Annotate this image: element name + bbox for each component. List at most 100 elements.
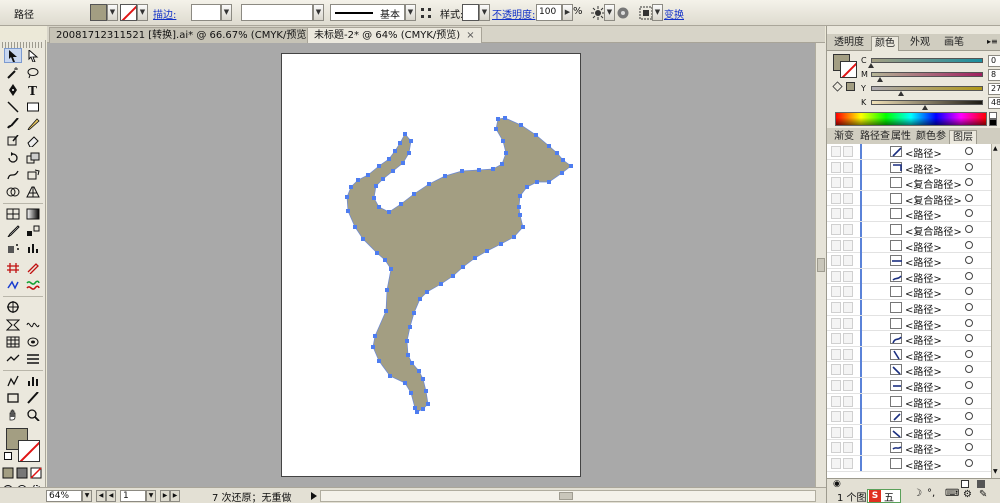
knife-tool-icon[interactable]: [24, 390, 42, 405]
anchor-point[interactable]: [405, 339, 409, 343]
warp-tool-icon[interactable]: [4, 167, 22, 182]
layer-row[interactable]: <复合路径>: [827, 175, 991, 191]
scroll-down-arrow-icon[interactable]: ▼: [993, 468, 1000, 476]
anchor-point[interactable]: [375, 251, 379, 255]
tab-color-guide[interactable]: 颜色参: [913, 130, 949, 145]
perspective-grid-tool-icon[interactable]: [24, 184, 42, 199]
layer-row[interactable]: <路径>: [827, 424, 991, 441]
layer-name[interactable]: <路径>: [905, 317, 942, 332]
magenta-gradient-bar[interactable]: [871, 72, 983, 77]
visibility-toggle[interactable]: [831, 224, 841, 235]
gradient-tool-icon[interactable]: [24, 206, 42, 221]
anchor-point[interactable]: [409, 139, 413, 143]
layer-row[interactable]: <路径>: [827, 253, 991, 269]
layer-row[interactable]: <路径>: [827, 268, 991, 285]
anchor-point[interactable]: [381, 177, 385, 181]
target-icon[interactable]: [965, 427, 973, 436]
slider-handle[interactable]: [868, 63, 874, 68]
slider-handle[interactable]: [876, 77, 883, 82]
layers-scrollbar[interactable]: ▲ ▼: [991, 144, 1000, 478]
tab-layers[interactable]: 图层: [949, 130, 977, 145]
layers-list[interactable]: <路径> <路径> <复合路径> <复合路径> <路径> <复合路径> <路径> <路径> <路…: [827, 144, 1000, 478]
lock-toggle[interactable]: [843, 458, 853, 469]
anchor-point[interactable]: [560, 171, 564, 175]
target-icon[interactable]: [965, 303, 973, 311]
visibility-toggle[interactable]: [831, 177, 841, 189]
black-swatch[interactable]: [989, 119, 997, 126]
variable-width-field[interactable]: [241, 4, 313, 21]
layer-row[interactable]: <路径>: [827, 144, 991, 160]
anchor-point[interactable]: [417, 369, 421, 373]
anchor-point[interactable]: [424, 389, 428, 393]
variable-width-dropdown[interactable]: ▼: [313, 4, 324, 21]
layer-name[interactable]: <复合路径>: [905, 223, 962, 238]
rectangle-select-icon[interactable]: [4, 390, 22, 405]
black-value[interactable]: 48: [988, 97, 1000, 109]
waveform-icon[interactable]: [24, 317, 42, 332]
layer-row[interactable]: <路径>: [827, 284, 991, 300]
anchor-point[interactable]: [413, 406, 417, 410]
layer-name[interactable]: <路径>: [905, 457, 942, 472]
scale-tool-icon[interactable]: [24, 150, 42, 165]
paintbrush-tool-icon[interactable]: [4, 116, 22, 131]
tab-appearance[interactable]: 外观: [907, 36, 933, 51]
lock-toggle[interactable]: [843, 411, 853, 423]
contour-icon[interactable]: [24, 334, 42, 349]
fill-dropdown[interactable]: ▼: [107, 4, 118, 21]
graphic-style-dropdown[interactable]: ▼: [479, 4, 490, 21]
layer-row[interactable]: <路径>: [827, 315, 991, 332]
color-spectrum[interactable]: [835, 112, 987, 126]
stroke-weight-dropdown[interactable]: ▼: [221, 4, 232, 21]
cube-icon[interactable]: [832, 81, 843, 92]
visibility-toggle[interactable]: [831, 286, 841, 298]
target-icon[interactable]: [965, 334, 973, 343]
anchor-point[interactable]: [496, 117, 500, 121]
hand-tool-icon[interactable]: [4, 407, 22, 422]
horizontal-scrollbar[interactable]: [320, 490, 816, 502]
bar-chart-icon[interactable]: [24, 373, 42, 388]
shape-builder-tool-icon[interactable]: [4, 184, 22, 199]
stroke-dropdown[interactable]: ▼: [137, 4, 148, 21]
document-setup-icon[interactable]: [614, 3, 632, 22]
tab-attributes[interactable]: 属性: [888, 130, 914, 145]
anchor-point[interactable]: [517, 205, 521, 209]
layer-row[interactable]: <路径>: [827, 409, 991, 425]
anchor-point[interactable]: [443, 174, 447, 178]
wrench-icon[interactable]: ✎: [979, 489, 987, 500]
layer-name[interactable]: <复合路径>: [905, 192, 962, 207]
layer-row[interactable]: <路径>: [827, 206, 991, 222]
anchor-point[interactable]: [388, 374, 392, 378]
first-artboard-button[interactable]: ◀: [96, 490, 106, 502]
anchor-point[interactable]: [389, 267, 393, 271]
anchor-point[interactable]: [398, 141, 402, 145]
keyboard-icon[interactable]: ⌨: [945, 488, 959, 499]
zoom-field[interactable]: 64%: [46, 490, 82, 502]
lock-toggle[interactable]: [843, 177, 853, 189]
layer-name[interactable]: <路径>: [905, 348, 942, 363]
free-transform-tool-icon[interactable]: [24, 167, 42, 182]
anchor-point[interactable]: [525, 185, 529, 189]
target-icon[interactable]: [965, 225, 973, 233]
layer-name[interactable]: <路径>: [905, 145, 942, 160]
magenta-value[interactable]: 8: [988, 69, 1000, 81]
anchor-point[interactable]: [393, 149, 397, 153]
ime-toolbar[interactable]: S 五: [867, 489, 901, 503]
target-icon[interactable]: [965, 396, 973, 405]
anchor-point[interactable]: [421, 407, 425, 411]
anchor-point[interactable]: [410, 361, 414, 365]
lock-toggle[interactable]: [843, 317, 853, 329]
lock-toggle[interactable]: [843, 302, 853, 313]
anchor-point[interactable]: [401, 161, 405, 165]
anchor-point[interactable]: [403, 132, 407, 136]
blend-tool-icon[interactable]: [24, 223, 42, 238]
lock-toggle[interactable]: [843, 426, 853, 438]
visibility-toggle[interactable]: [831, 270, 841, 282]
anchor-point[interactable]: [534, 133, 538, 137]
target-icon[interactable]: [965, 147, 973, 155]
anchor-point[interactable]: [512, 235, 516, 239]
graphic-style-swatch[interactable]: [462, 4, 479, 21]
grid-icon[interactable]: [4, 334, 22, 349]
anchor-point[interactable]: [451, 274, 455, 278]
yellow-slider[interactable]: Y 27 %: [861, 83, 1000, 96]
lock-toggle[interactable]: [843, 380, 853, 391]
